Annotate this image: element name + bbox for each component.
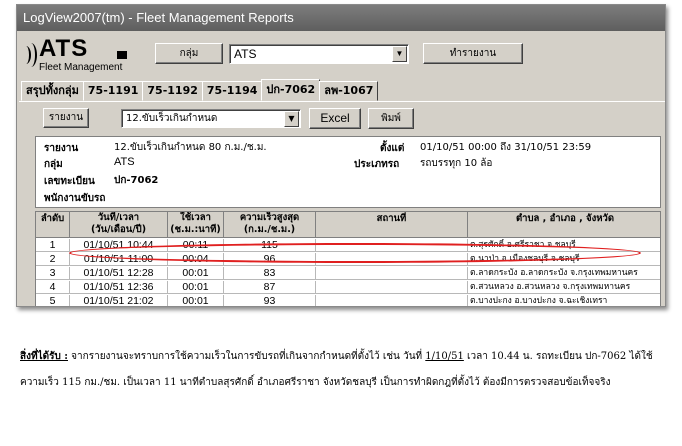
brand-toolbar: ATS Fleet Management กลุ่ม ATS ▼ ทำรายงา… [17, 35, 665, 79]
cell-place [316, 281, 468, 294]
cell-place [316, 295, 468, 306]
info-plate-value: ปก-7062 [114, 175, 159, 186]
cell-location: ต.ลาดกระบัง อ.ลาดกระบัง จ.กรุงเทพมหานคร [470, 268, 638, 278]
cell-datetime: 01/10/51 12:36 [70, 281, 168, 294]
cell-place [316, 253, 468, 266]
table-row[interactable]: 3 01/10/51 12:28 00:01 83 ต.ลาดกระบัง อ.ลาดก… [36, 267, 660, 280]
window-title: LogView2007(tm) - Fleet Management Repor… [17, 5, 665, 31]
cell-datetime: 01/10/51 10:44 [70, 239, 168, 252]
tab-group-summary[interactable]: สรุปทั้งกลุ่ม [21, 81, 84, 101]
ats-logo: ATS Fleet Management [21, 35, 141, 77]
info-type-key: ประเภทรถ [354, 159, 400, 170]
cell-place [316, 267, 468, 280]
group-select-value: ATS [234, 47, 257, 61]
cell-duration: 00:01 [168, 295, 224, 306]
report-type-value: 12.ขับเร็วเกินกำหนด [126, 113, 218, 124]
note-text-a: จากรายงานจะทราบการใช้ความเร็วในการขับรถท… [68, 351, 426, 362]
cell-duration: 00:04 [168, 253, 224, 266]
col-header-maxspeed: ความเร็วสูงสุด (ก.ม./ช.ม.) [224, 212, 316, 238]
info-plate-key: เลขทะเบียน [44, 176, 95, 187]
brand-subtitle: Fleet Management [39, 62, 123, 73]
table-row[interactable]: 1 01/10/51 10:44 00:11 115 ต.สุรศักดิ์ อ.ศรี… [36, 239, 660, 252]
info-since-value: 01/10/51 00:00 ถึง 31/10/51 23:59 [420, 142, 592, 153]
tab-lp-1067[interactable]: ลพ-1067 [319, 81, 379, 101]
tab-75-1194[interactable]: 75-1194 [201, 81, 263, 101]
app-window: LogView2007(tm) - Fleet Management Repor… [16, 4, 666, 307]
cell-speed: 87 [224, 281, 316, 294]
chevron-down-icon[interactable]: ▼ [284, 111, 299, 127]
col-header-datetime: วันที่/เวลา (วัน/เดือน/ปี) [70, 212, 168, 238]
cell-location: ต.สุรศักดิ์ อ.ศรีราชา จ.ชลบุรี [470, 240, 576, 250]
cell-location: ต.สวนหลวง อ.สวนหลวง จ.กรุงเทพมหานคร [470, 282, 631, 292]
cell-no: 4 [36, 281, 70, 294]
report-info-panel: รายงาน 12.ขับเร็วเกินกำหนด 80 ก.ม./ช.ม. … [35, 136, 661, 208]
vehicle-tabs: สรุปทั้งกลุ่ม 75-1191 75-1192 75-1194 ปก… [21, 79, 379, 101]
cell-no: 2 [36, 253, 70, 266]
table-row[interactable]: 5 01/10/51 21:02 00:01 93 ต.บางปะกง อ.บางปะก… [36, 295, 660, 306]
info-group-value: ATS [114, 156, 135, 168]
cell-location: ต.นาป่า อ.เมืองชลบุรี จ.ชลบุรี [470, 254, 580, 264]
cell-no: 5 [36, 295, 70, 306]
cell-no: 1 [36, 239, 70, 252]
col-header-location: ตำบล , อำเภอ , จังหวัด [468, 212, 660, 238]
info-group-key: กลุ่ม [44, 159, 63, 170]
report-table: ลำดับ วันที่/เวลา (วัน/เดือน/ปี) ใช้เวลา(… [35, 211, 661, 306]
cell-no: 3 [36, 267, 70, 280]
cell-datetime: 01/10/51 21:02 [70, 295, 168, 306]
cell-speed: 83 [224, 267, 316, 280]
cell-duration: 00:11 [168, 239, 224, 252]
info-type-value: รถบรรทุก 10 ล้อ [420, 158, 493, 169]
group-select[interactable]: ATS ▼ [229, 44, 409, 64]
cell-duration: 00:01 [168, 267, 224, 280]
info-driver-key: พนักงานขับรถ [44, 193, 106, 204]
cell-duration: 00:01 [168, 281, 224, 294]
excel-button[interactable]: Excel [309, 108, 361, 129]
group-label: กลุ่ม [155, 43, 223, 64]
brand-name: ATS [39, 35, 89, 62]
note-paragraph: สิ่งที่ได้รับ : จากรายงานจะทราบการใช้ควา… [20, 344, 670, 396]
cell-speed: 93 [224, 295, 316, 306]
chevron-down-icon[interactable]: ▼ [392, 46, 407, 62]
info-since-key: ตั้งแต่ [380, 143, 405, 154]
cell-speed: 96 [224, 253, 316, 266]
table-row[interactable]: 4 01/10/51 12:36 00:01 87 ต.สวนหลวง อ.สวนหลว… [36, 281, 660, 294]
table-row[interactable]: 2 01/10/51 11:00 00:04 96 ต.นาป่า อ.เมืองชลบ… [36, 253, 660, 266]
cell-location: ต.บางปะกง อ.บางปะกง จ.ฉะเชิงเทรา [470, 296, 608, 306]
tab-75-1191[interactable]: 75-1191 [82, 81, 144, 101]
note-label: สิ่งที่ได้รับ : [20, 351, 68, 362]
print-button[interactable]: พิมพ์ [368, 108, 414, 129]
cell-speed: 115 [224, 239, 316, 252]
note-date: 1/10/51 [425, 351, 464, 362]
cell-place [316, 239, 468, 252]
report-label: รายงาน [43, 108, 89, 128]
tab-75-1192[interactable]: 75-1192 [142, 81, 203, 101]
col-header-no: ลำดับ [36, 212, 70, 238]
col-header-duration: ใช้เวลา (ช.ม.:นาที) [168, 212, 224, 238]
make-report-button[interactable]: ทำรายงาน [423, 43, 523, 64]
col-header-place: สถานที่ [316, 212, 468, 238]
info-report-key: รายงาน [44, 143, 79, 154]
tab-pk-7062[interactable]: ปก-7062 [261, 79, 321, 101]
cell-datetime: 01/10/51 11:00 [70, 253, 168, 266]
report-type-select[interactable]: 12.ขับเร็วเกินกำหนด ▼ [121, 109, 301, 128]
info-report-value: 12.ขับเร็วเกินกำหนด 80 ก.ม./ช.ม. [114, 142, 267, 153]
cell-datetime: 01/10/51 12:28 [70, 267, 168, 280]
